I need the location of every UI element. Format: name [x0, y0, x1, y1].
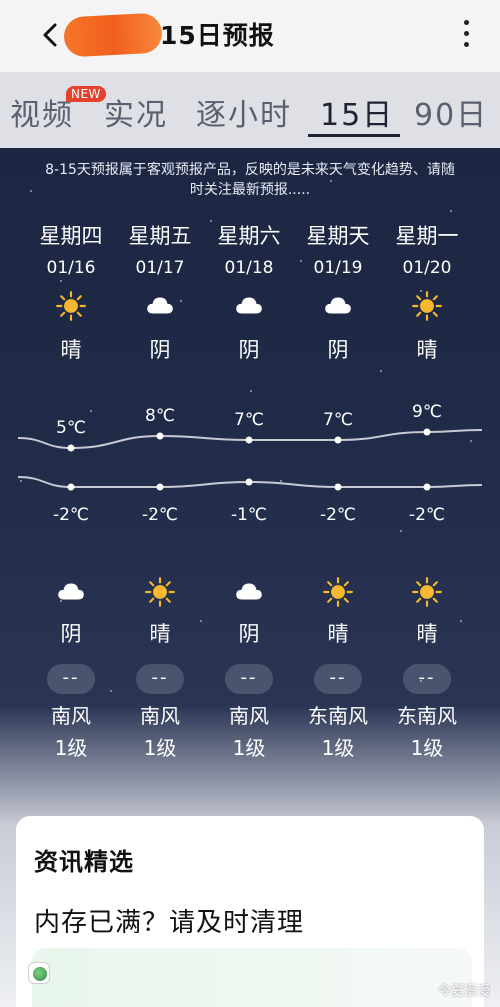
back-arrow-icon[interactable] — [36, 20, 66, 50]
high-temp-point — [156, 432, 164, 440]
watermark: 今夏漫漫 — [437, 984, 490, 999]
day-condition: 阴 — [327, 338, 349, 362]
tab-90-day[interactable]: 90日 — [414, 90, 488, 134]
news-section-title: 资讯精选 — [34, 848, 134, 876]
wind-level: 1级 — [410, 736, 444, 760]
high-temp-point — [245, 436, 253, 444]
active-tab-indicator — [308, 134, 400, 137]
tab-live[interactable]: 实况 — [104, 90, 168, 134]
high-temp-point — [334, 436, 342, 444]
more-options-icon[interactable] — [462, 20, 470, 52]
night-condition: 阴 — [60, 622, 82, 646]
sun-icon — [294, 576, 382, 612]
sun-icon — [116, 576, 204, 612]
day-weekday: 星期四 — [39, 224, 103, 248]
notice-line-1: 8-15天预报属于客观预报产品，反映的是未来天气变化趋势、请随 — [45, 162, 455, 178]
wind-direction: 南风 — [140, 704, 180, 728]
night-condition: 晴 — [327, 622, 349, 646]
news-message[interactable]: 内存已满？请及时清理 — [34, 902, 304, 939]
tab-bar: 视频 实况 逐小时 15日 90日 — [0, 72, 500, 148]
wind-level-pill: -- — [225, 664, 273, 694]
day-date: 01/20 — [402, 258, 452, 278]
wind-level-pill: -- — [136, 664, 184, 694]
wind-direction: 南风 — [51, 704, 91, 728]
tab-hourly[interactable]: 逐小时 — [196, 90, 292, 134]
forecast-notice: 8-15天预报属于客观预报产品，反映的是未来天气变化趋势、请随 时关注最新预报.… — [0, 160, 500, 200]
day-weekday: 星期一 — [395, 224, 459, 248]
low-temp-point — [334, 483, 342, 491]
wind-level: 1级 — [54, 736, 88, 760]
sun-icon — [383, 576, 471, 612]
day-weekday: 星期六 — [217, 224, 281, 248]
app-logo-icon — [28, 962, 50, 984]
tab-video[interactable]: 视频 — [10, 90, 74, 134]
day-date: 01/18 — [224, 258, 274, 278]
news-card[interactable]: 资讯精选 内存已满？请及时清理 — [16, 816, 484, 1007]
temperature-chart — [17, 428, 483, 491]
day-weekday: 星期天 — [306, 224, 370, 248]
day-date: 01/16 — [46, 258, 96, 278]
top-bar: 15日预报 — [0, 0, 500, 72]
redacted-location — [63, 12, 163, 58]
wind-level-pill: -- — [403, 664, 451, 694]
night-condition: 晴 — [416, 622, 438, 646]
wind-level: 1级 — [232, 736, 266, 760]
low-temp-point — [156, 483, 164, 491]
day-date: 01/17 — [135, 258, 185, 278]
low-temp-point — [423, 483, 431, 491]
day-condition: 阴 — [238, 338, 260, 362]
notice-line-2: 时关注最新预报..... — [189, 182, 311, 198]
wind-level-pill: -- — [47, 664, 95, 694]
day-condition: 晴 — [60, 338, 82, 362]
tab-15-day[interactable]: 15日 — [320, 90, 394, 134]
low-temp-point — [67, 483, 75, 491]
high-temp-point — [423, 428, 431, 436]
day-date: 01/19 — [313, 258, 363, 278]
day-condition: 阴 — [149, 338, 171, 362]
night-condition: 阴 — [238, 622, 260, 646]
wind-direction: 东南风 — [397, 704, 457, 728]
wind-direction: 东南风 — [308, 704, 368, 728]
new-badge: NEW — [66, 86, 106, 102]
sun-icon — [27, 290, 115, 326]
high-temp-point — [67, 444, 75, 452]
day-weekday: 星期五 — [128, 224, 192, 248]
news-sub-card[interactable] — [32, 948, 472, 1007]
wind-level: 1级 — [143, 736, 177, 760]
cloud-icon — [294, 290, 382, 326]
wind-level-pill: -- — [314, 664, 362, 694]
low-temp-point — [245, 478, 253, 486]
cloud-icon — [27, 576, 115, 612]
cloud-icon — [205, 576, 293, 612]
sun-icon — [383, 290, 471, 326]
page-title: 15日预报 — [160, 21, 275, 50]
cloud-icon — [116, 290, 204, 326]
night-condition: 晴 — [149, 622, 171, 646]
wind-direction: 南风 — [229, 704, 269, 728]
wind-level: 1级 — [321, 736, 355, 760]
cloud-icon — [205, 290, 293, 326]
day-condition: 晴 — [416, 338, 438, 362]
